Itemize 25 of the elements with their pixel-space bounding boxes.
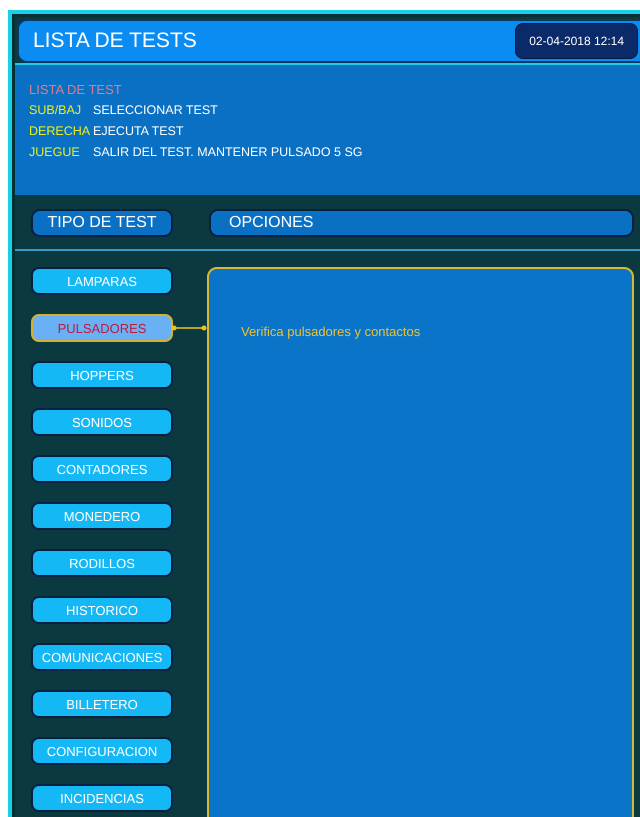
test-button[interactable]: PULSADORES xyxy=(31,314,173,342)
test-button[interactable]: HOPPERS xyxy=(31,361,173,389)
key-label: SUB/BAJ xyxy=(29,102,82,119)
help-heading: LISTA DE TEST xyxy=(29,81,123,99)
test-button[interactable]: CONTADORES xyxy=(31,455,173,483)
date-time: 02-04-2018 12:14 xyxy=(515,23,638,59)
key-action: SALIR DEL TEST. MANTENER PULSADO 5 SG xyxy=(93,144,363,161)
test-button[interactable]: SONIDOS xyxy=(31,408,173,436)
test-button[interactable]: HISTORICO xyxy=(31,596,173,624)
test-button[interactable]: RODILLOS xyxy=(31,549,173,577)
test-button[interactable]: MONEDERO xyxy=(31,502,173,530)
window-title: LISTA DE TESTS xyxy=(33,29,197,53)
section-heading: OPCIONES xyxy=(209,209,634,237)
test-description: Verifica pulsadores y contactos xyxy=(241,324,422,339)
key-action: EJECUTA TEST xyxy=(93,123,184,140)
key-label: DERECHA xyxy=(29,123,92,140)
test-button[interactable]: BILLETERO xyxy=(31,690,173,718)
key-label: JUEGUE xyxy=(29,144,81,161)
section-heading: TIPO DE TEST xyxy=(31,209,173,237)
test-button[interactable]: LAMPARAS xyxy=(31,267,173,295)
test-button[interactable]: INCIDENCIAS xyxy=(31,784,173,812)
connector-line xyxy=(171,324,207,332)
key-action: SELECCIONAR TEST xyxy=(93,102,218,119)
test-button[interactable]: COMUNICACIONES xyxy=(31,643,173,671)
test-button[interactable]: CONFIGURACION xyxy=(31,737,173,765)
